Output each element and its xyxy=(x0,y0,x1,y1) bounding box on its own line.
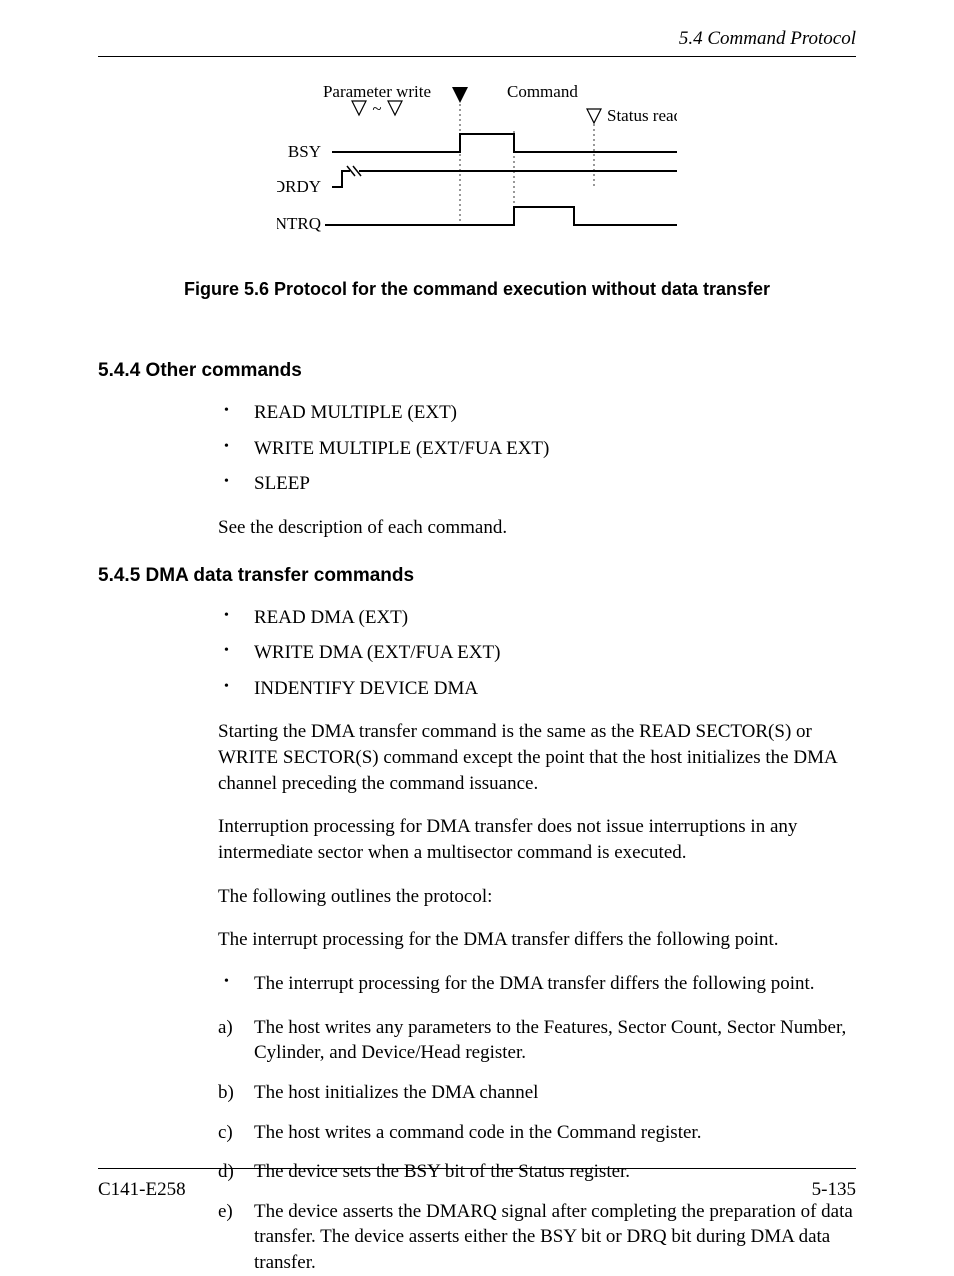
label-status-read: Status read xyxy=(607,106,677,125)
marker: b) xyxy=(218,1080,234,1106)
footer-left: C141-E258 xyxy=(98,1179,186,1201)
triangle-down-filled-icon xyxy=(452,87,468,103)
dma-repeat-bullet: The interrupt processing for the DMA tra… xyxy=(218,971,856,997)
step-b: b) The host initializes the DMA channel xyxy=(218,1080,856,1106)
dma-p4: The interrupt processing for the DMA tra… xyxy=(218,927,856,953)
label-drdy: DRDY xyxy=(277,177,321,196)
step-text: The host writes a command code in the Co… xyxy=(254,1122,701,1143)
section-545-heading: 5.4.5 DMA data transfer commands xyxy=(98,565,856,587)
label-intrq: INTRQ xyxy=(277,214,321,233)
other-commands-list: READ MULTIPLE (EXT) WRITE MULTIPLE (EXT/… xyxy=(218,400,856,497)
dma-p1: Starting the DMA transfer command is the… xyxy=(218,719,856,796)
list-item: SLEEP xyxy=(218,471,856,497)
step-text: The host initializes the DMA channel xyxy=(254,1082,538,1103)
page-footer: C141-E258 5-135 xyxy=(98,1168,856,1201)
marker: e) xyxy=(218,1199,233,1225)
page: 5.4 Command Protocol Parameter write ~ C… xyxy=(0,0,954,1235)
running-header: 5.4 Command Protocol xyxy=(98,28,856,57)
step-e: e) The device asserts the DMARQ signal af… xyxy=(218,1199,856,1276)
list-item: INDENTIFY DEVICE DMA xyxy=(218,676,856,702)
triangle-down-icon xyxy=(388,101,402,115)
section-544-heading: 5.4.4 Other commands xyxy=(98,360,856,382)
protocol-steps: a) The host writes any parameters to the … xyxy=(218,1015,856,1276)
footer-right: 5-135 xyxy=(812,1179,856,1201)
svg-text:~: ~ xyxy=(372,99,381,118)
figure-caption: Figure 5.6 Protocol for the command exec… xyxy=(98,279,856,300)
list-item: READ MULTIPLE (EXT) xyxy=(218,400,856,426)
timing-diagram-svg: Parameter write ~ Command Status read BS… xyxy=(277,79,677,244)
marker: c) xyxy=(218,1120,233,1146)
list-item: READ DMA (EXT) xyxy=(218,605,856,631)
list-item: WRITE MULTIPLE (EXT/FUA EXT) xyxy=(218,436,856,462)
step-c: c) The host writes a command code in the … xyxy=(218,1120,856,1146)
dma-p3: The following outlines the protocol: xyxy=(218,884,856,910)
marker: a) xyxy=(218,1015,233,1041)
header-section: 5.4 Command Protocol xyxy=(679,28,856,49)
label-command: Command xyxy=(507,82,578,101)
label-bsy: BSY xyxy=(288,142,321,161)
list-item: WRITE DMA (EXT/FUA EXT) xyxy=(218,640,856,666)
step-a: a) The host writes any parameters to the … xyxy=(218,1015,856,1066)
triangle-down-icon xyxy=(352,101,366,115)
dma-p2: Interruption processing for DMA transfer… xyxy=(218,814,856,865)
list-item: The interrupt processing for the DMA tra… xyxy=(218,971,856,997)
step-text: The device asserts the DMARQ signal afte… xyxy=(254,1201,853,1273)
section-544-body: READ MULTIPLE (EXT) WRITE MULTIPLE (EXT/… xyxy=(218,400,856,541)
triangle-down-icon xyxy=(587,109,601,123)
other-note: See the description of each command. xyxy=(218,515,856,541)
timing-diagram: Parameter write ~ Command Status read BS… xyxy=(98,79,856,249)
dma-commands-list: READ DMA (EXT) WRITE DMA (EXT/FUA EXT) I… xyxy=(218,605,856,702)
step-text: The host writes any parameters to the Fe… xyxy=(254,1017,846,1064)
